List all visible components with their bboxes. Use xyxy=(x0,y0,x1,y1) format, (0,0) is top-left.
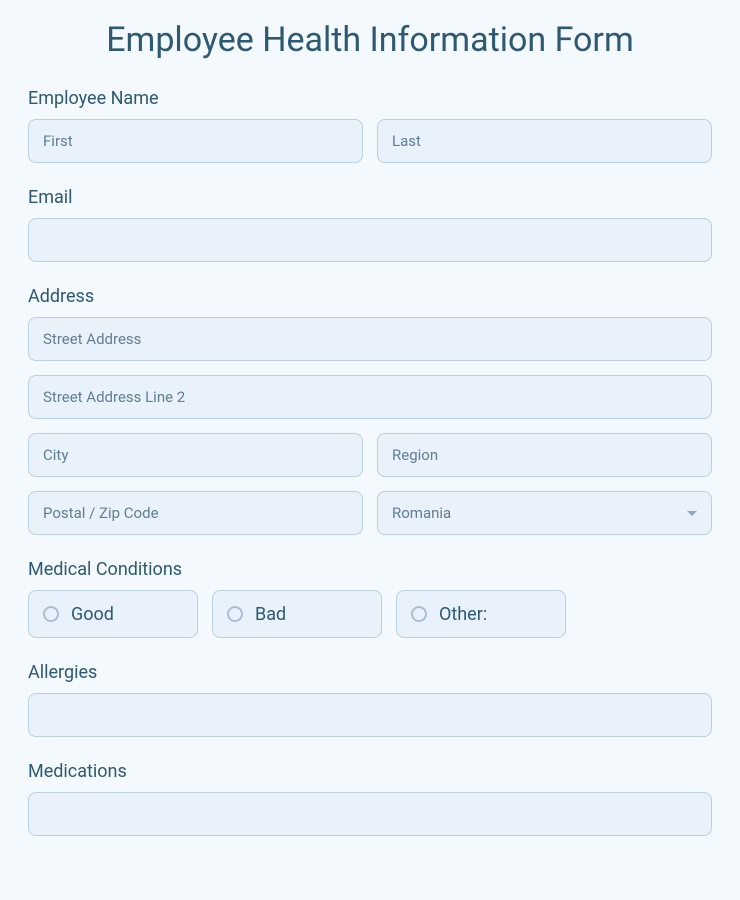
form-title: Employee Health Information Form xyxy=(28,20,712,60)
allergies-group: Allergies xyxy=(28,662,712,737)
last-name-input[interactable] xyxy=(377,119,712,163)
city-input[interactable] xyxy=(28,433,363,477)
medications-label: Medications xyxy=(28,761,712,782)
street-address-input[interactable] xyxy=(28,317,712,361)
allergies-input[interactable] xyxy=(28,693,712,737)
radio-label-good: Good xyxy=(71,604,114,625)
medical-condition-bad[interactable]: Bad xyxy=(212,590,382,638)
radio-icon xyxy=(411,606,427,622)
email-input[interactable] xyxy=(28,218,712,262)
region-input[interactable] xyxy=(377,433,712,477)
medical-condition-other[interactable]: Other: xyxy=(396,590,566,638)
email-label: Email xyxy=(28,187,712,208)
country-select[interactable]: Romania xyxy=(377,491,712,535)
medical-conditions-label: Medical Conditions xyxy=(28,559,712,580)
postal-code-input[interactable] xyxy=(28,491,363,535)
medications-group: Medications xyxy=(28,761,712,836)
radio-label-other: Other: xyxy=(439,604,487,625)
radio-icon xyxy=(43,606,59,622)
country-selected-value: Romania xyxy=(392,504,451,522)
chevron-down-icon xyxy=(687,511,697,516)
street-address-2-input[interactable] xyxy=(28,375,712,419)
medications-input[interactable] xyxy=(28,792,712,836)
radio-icon xyxy=(227,606,243,622)
employee-name-label: Employee Name xyxy=(28,88,712,109)
medical-condition-good[interactable]: Good xyxy=(28,590,198,638)
employee-name-group: Employee Name xyxy=(28,88,712,163)
radio-label-bad: Bad xyxy=(255,604,286,625)
address-group: Address Romania xyxy=(28,286,712,535)
first-name-input[interactable] xyxy=(28,119,363,163)
email-group: Email xyxy=(28,187,712,262)
medical-conditions-group: Medical Conditions Good Bad Other: xyxy=(28,559,712,638)
address-label: Address xyxy=(28,286,712,307)
allergies-label: Allergies xyxy=(28,662,712,683)
